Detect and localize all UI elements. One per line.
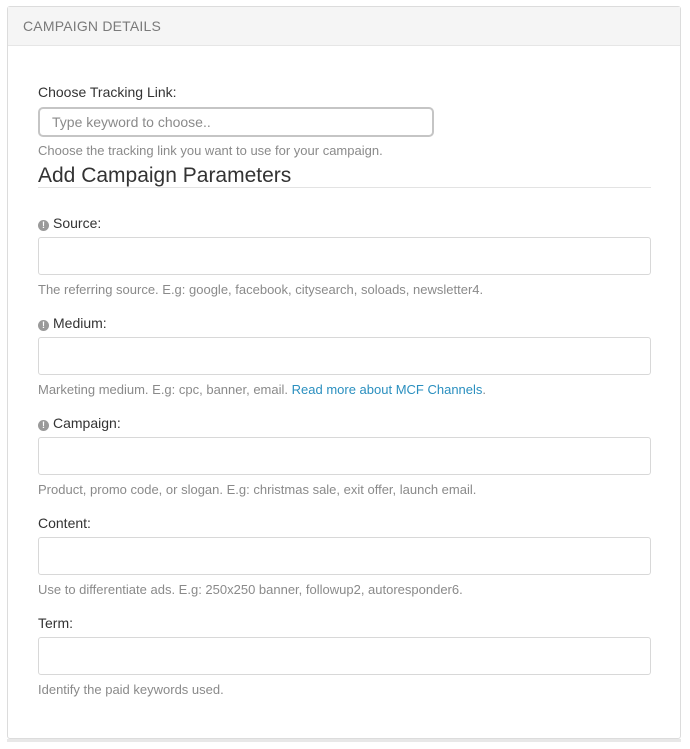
- term-input[interactable]: [38, 637, 651, 675]
- term-help: Identify the paid keywords used.: [38, 682, 224, 697]
- info-icon: !: [38, 220, 49, 231]
- mcf-channels-link[interactable]: Read more about MCF Channels: [292, 382, 483, 397]
- medium-input[interactable]: [38, 337, 651, 375]
- source-label-text: Source:: [53, 215, 102, 231]
- panel-header: CAMPAIGN DETAILS: [8, 7, 680, 46]
- campaign-label: ! Campaign:: [38, 415, 121, 431]
- info-icon: !: [38, 320, 49, 331]
- campaign-details-panel: CAMPAIGN DETAILS Choose Tracking Link: T…: [7, 6, 681, 739]
- source-input[interactable]: [38, 237, 651, 275]
- term-label: Term:: [38, 615, 73, 631]
- info-icon: !: [38, 420, 49, 431]
- tracking-link-help: Choose the tracking link you want to use…: [38, 143, 383, 158]
- tracking-link-input[interactable]: Type keyword to choose..: [38, 107, 434, 137]
- panel-bottom-edge: [7, 739, 681, 742]
- content-input[interactable]: [38, 537, 651, 575]
- medium-label-text: Medium:: [53, 315, 107, 331]
- campaign-label-text: Campaign:: [53, 415, 121, 431]
- medium-label: ! Medium:: [38, 315, 107, 331]
- medium-help: Marketing medium. E.g: cpc, banner, emai…: [38, 382, 486, 397]
- content-label: Content:: [38, 515, 91, 531]
- content-help: Use to differentiate ads. E.g: 250x250 b…: [38, 582, 463, 597]
- campaign-input[interactable]: [38, 437, 651, 475]
- tracking-link-label: Choose Tracking Link:: [38, 84, 177, 100]
- medium-help-text: Marketing medium. E.g: cpc, banner, emai…: [38, 382, 289, 397]
- campaign-help: Product, promo code, or slogan. E.g: chr…: [38, 482, 477, 497]
- source-help: The referring source. E.g: google, faceb…: [38, 282, 484, 297]
- medium-help-end: .: [482, 382, 487, 397]
- section-title: Add Campaign Parameters: [38, 164, 292, 187]
- section-divider: [38, 187, 651, 188]
- source-label: ! Source:: [38, 215, 101, 231]
